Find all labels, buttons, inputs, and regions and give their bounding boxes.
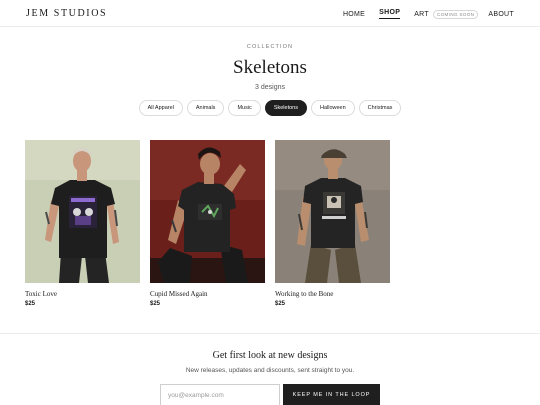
newsletter-title: Get first look at new designs (212, 350, 328, 361)
product-name[interactable]: Toxic Love (25, 290, 140, 298)
coming-soon-badge: COMING SOON (432, 9, 479, 19)
model-tshirt-photo (275, 140, 390, 283)
filter-music[interactable]: Music (228, 100, 261, 116)
filter-halloween[interactable]: Halloween (310, 100, 355, 116)
main-nav: HOME SHOP ART COMING SOON ABOUT (343, 9, 514, 19)
page-title: Skeletons (233, 57, 307, 78)
filter-animals[interactable]: Animals (186, 100, 225, 116)
nav-shop[interactable]: SHOP (379, 9, 401, 19)
product-image[interactable] (275, 140, 390, 283)
product-card[interactable]: Working to the Bone $25 (275, 140, 390, 307)
newsletter-email-input[interactable] (160, 384, 280, 405)
newsletter-subtitle: New releases, updates and discounts, sen… (185, 367, 355, 374)
product-name[interactable]: Working to the Bone (275, 290, 390, 298)
newsletter-submit-button[interactable]: KEEP ME IN THE LOOP (283, 384, 380, 405)
filter-skeletons[interactable]: Skeletons (264, 100, 307, 116)
nav-home[interactable]: HOME (343, 11, 365, 18)
nav-about[interactable]: ABOUT (488, 11, 514, 18)
category-filters: All Apparel Animals Music Skeletons Hall… (0, 100, 540, 116)
collection-eyebrow: COLLECTION (246, 44, 294, 50)
site-header: JEM STUDIOS HOME SHOP ART COMING SOON AB… (0, 0, 540, 27)
design-count: 3 designs (255, 84, 285, 91)
product-image[interactable] (25, 140, 140, 283)
model-tshirt-photo (150, 140, 265, 283)
product-name[interactable]: Cupid Missed Again (150, 290, 265, 298)
nav-art[interactable]: ART (414, 11, 429, 18)
section-divider (0, 333, 540, 334)
product-price: $25 (150, 301, 161, 307)
product-price: $25 (25, 301, 36, 307)
product-price: $25 (275, 301, 286, 307)
product-card[interactable]: Toxic Love $25 (25, 140, 140, 307)
product-image[interactable] (150, 140, 265, 283)
site-logo[interactable]: JEM STUDIOS (26, 8, 107, 19)
filter-christmas[interactable]: Christmas (358, 100, 402, 116)
filter-all-apparel[interactable]: All Apparel (138, 100, 183, 116)
product-card[interactable]: Cupid Missed Again $25 (150, 140, 265, 307)
model-tshirt-photo (25, 140, 140, 283)
